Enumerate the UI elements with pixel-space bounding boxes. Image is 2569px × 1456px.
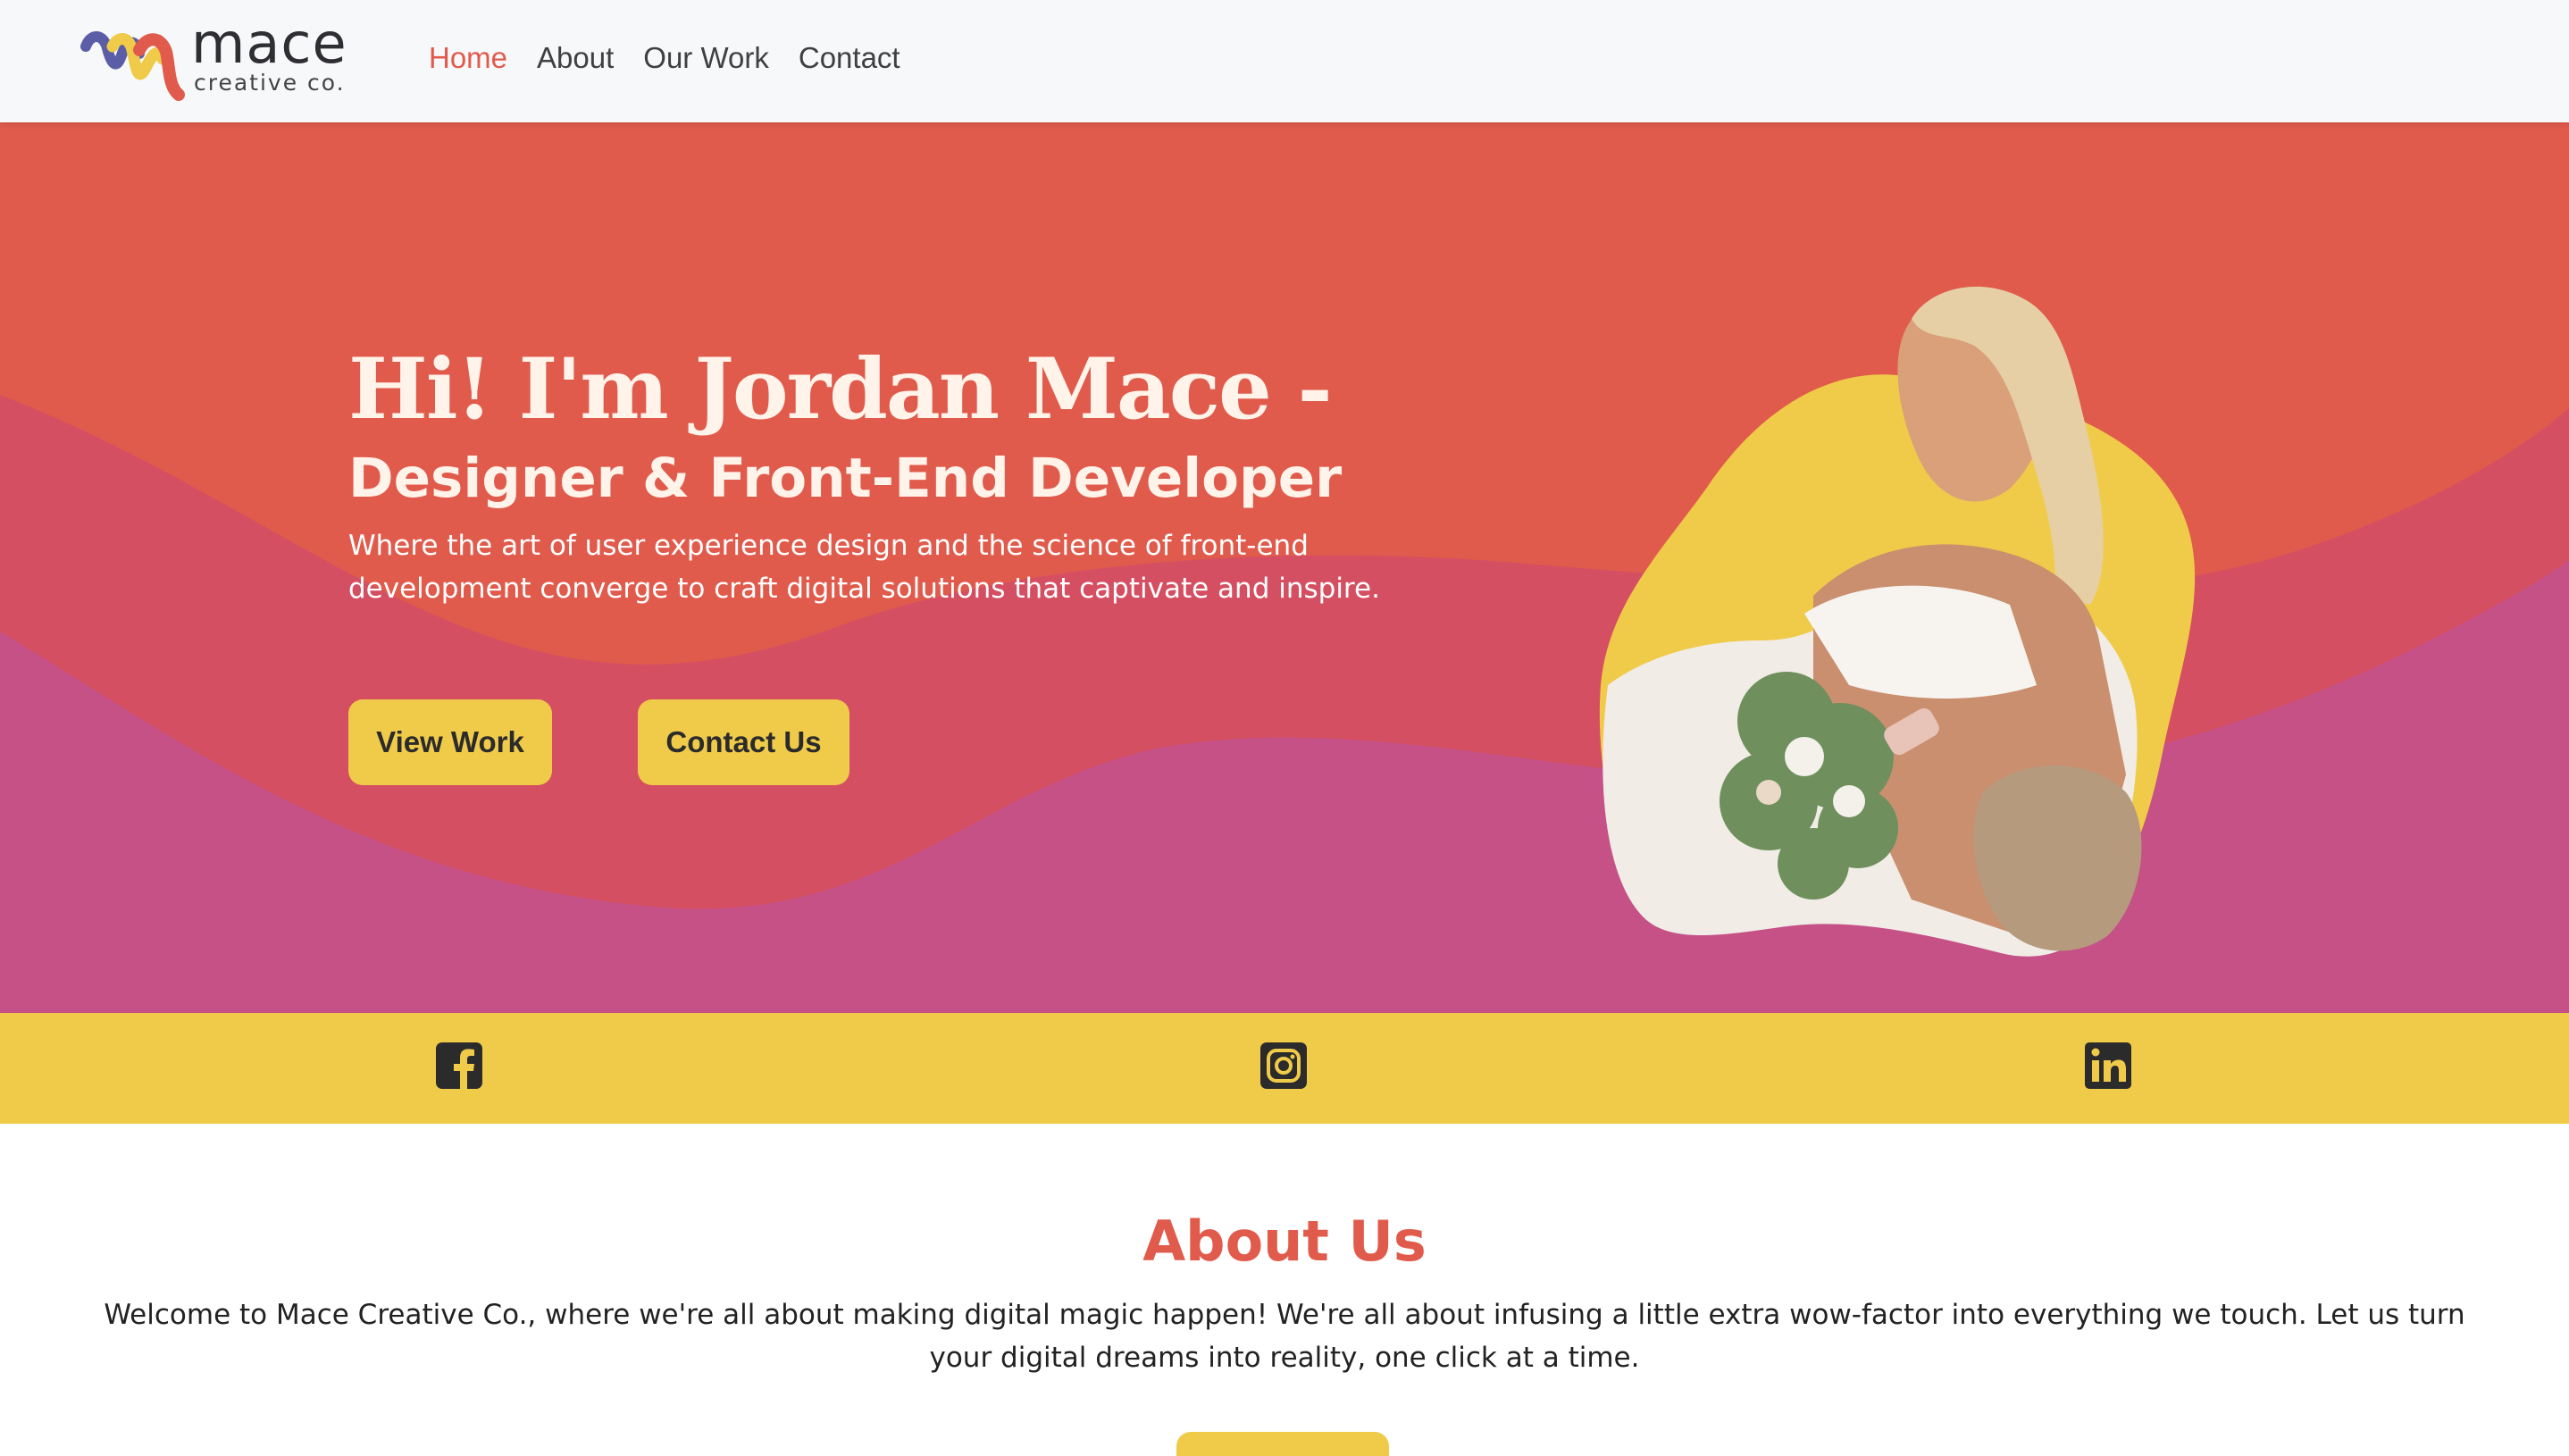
- about-text: Welcome to Mace Creative Co., where we'r…: [104, 1299, 2465, 1374]
- nav-contact-link[interactable]: Contact: [799, 41, 900, 75]
- main-nav: Home About Our Work Contact: [429, 41, 900, 75]
- view-work-button[interactable]: View Work: [348, 699, 552, 785]
- portrait-image: [1599, 286, 2196, 957]
- about-section: About Us Welcome to Mace Creative Co., w…: [0, 1124, 2569, 1456]
- social-bar: [0, 1013, 2569, 1124]
- hero-subtitle: Designer & Front-End Developer: [348, 447, 1343, 511]
- hero-text-block: Hi! I'm Jordan Mace - Designer & Front-E…: [348, 340, 1510, 610]
- nav-our-work-link[interactable]: Our Work: [643, 41, 769, 75]
- contact-us-button[interactable]: Contact Us: [638, 699, 849, 785]
- nav-about-link[interactable]: About: [537, 41, 614, 75]
- nav-home-link[interactable]: Home: [429, 41, 507, 75]
- site-header: mace creative co. Home About Our Work Co…: [0, 0, 2569, 122]
- brand-tagline: creative co.: [194, 70, 346, 96]
- about-button[interactable]: [1176, 1432, 1389, 1456]
- facebook-icon[interactable]: [434, 1041, 484, 1091]
- linkedin-icon[interactable]: [2083, 1041, 2133, 1091]
- instagram-icon[interactable]: [1259, 1041, 1309, 1091]
- logo-mark-icon: [80, 31, 185, 101]
- brand-logo[interactable]: mace creative co.: [80, 16, 366, 105]
- hero-section: Hi! I'm Jordan Mace - Designer & Front-E…: [0, 122, 2569, 1013]
- about-title: About Us: [1142, 1209, 1427, 1274]
- brand-name: mace: [191, 11, 347, 76]
- hero-title: Hi! I'm Jordan Mace -: [348, 340, 1333, 439]
- hero-description: Where the art of user experience design …: [348, 530, 1380, 606]
